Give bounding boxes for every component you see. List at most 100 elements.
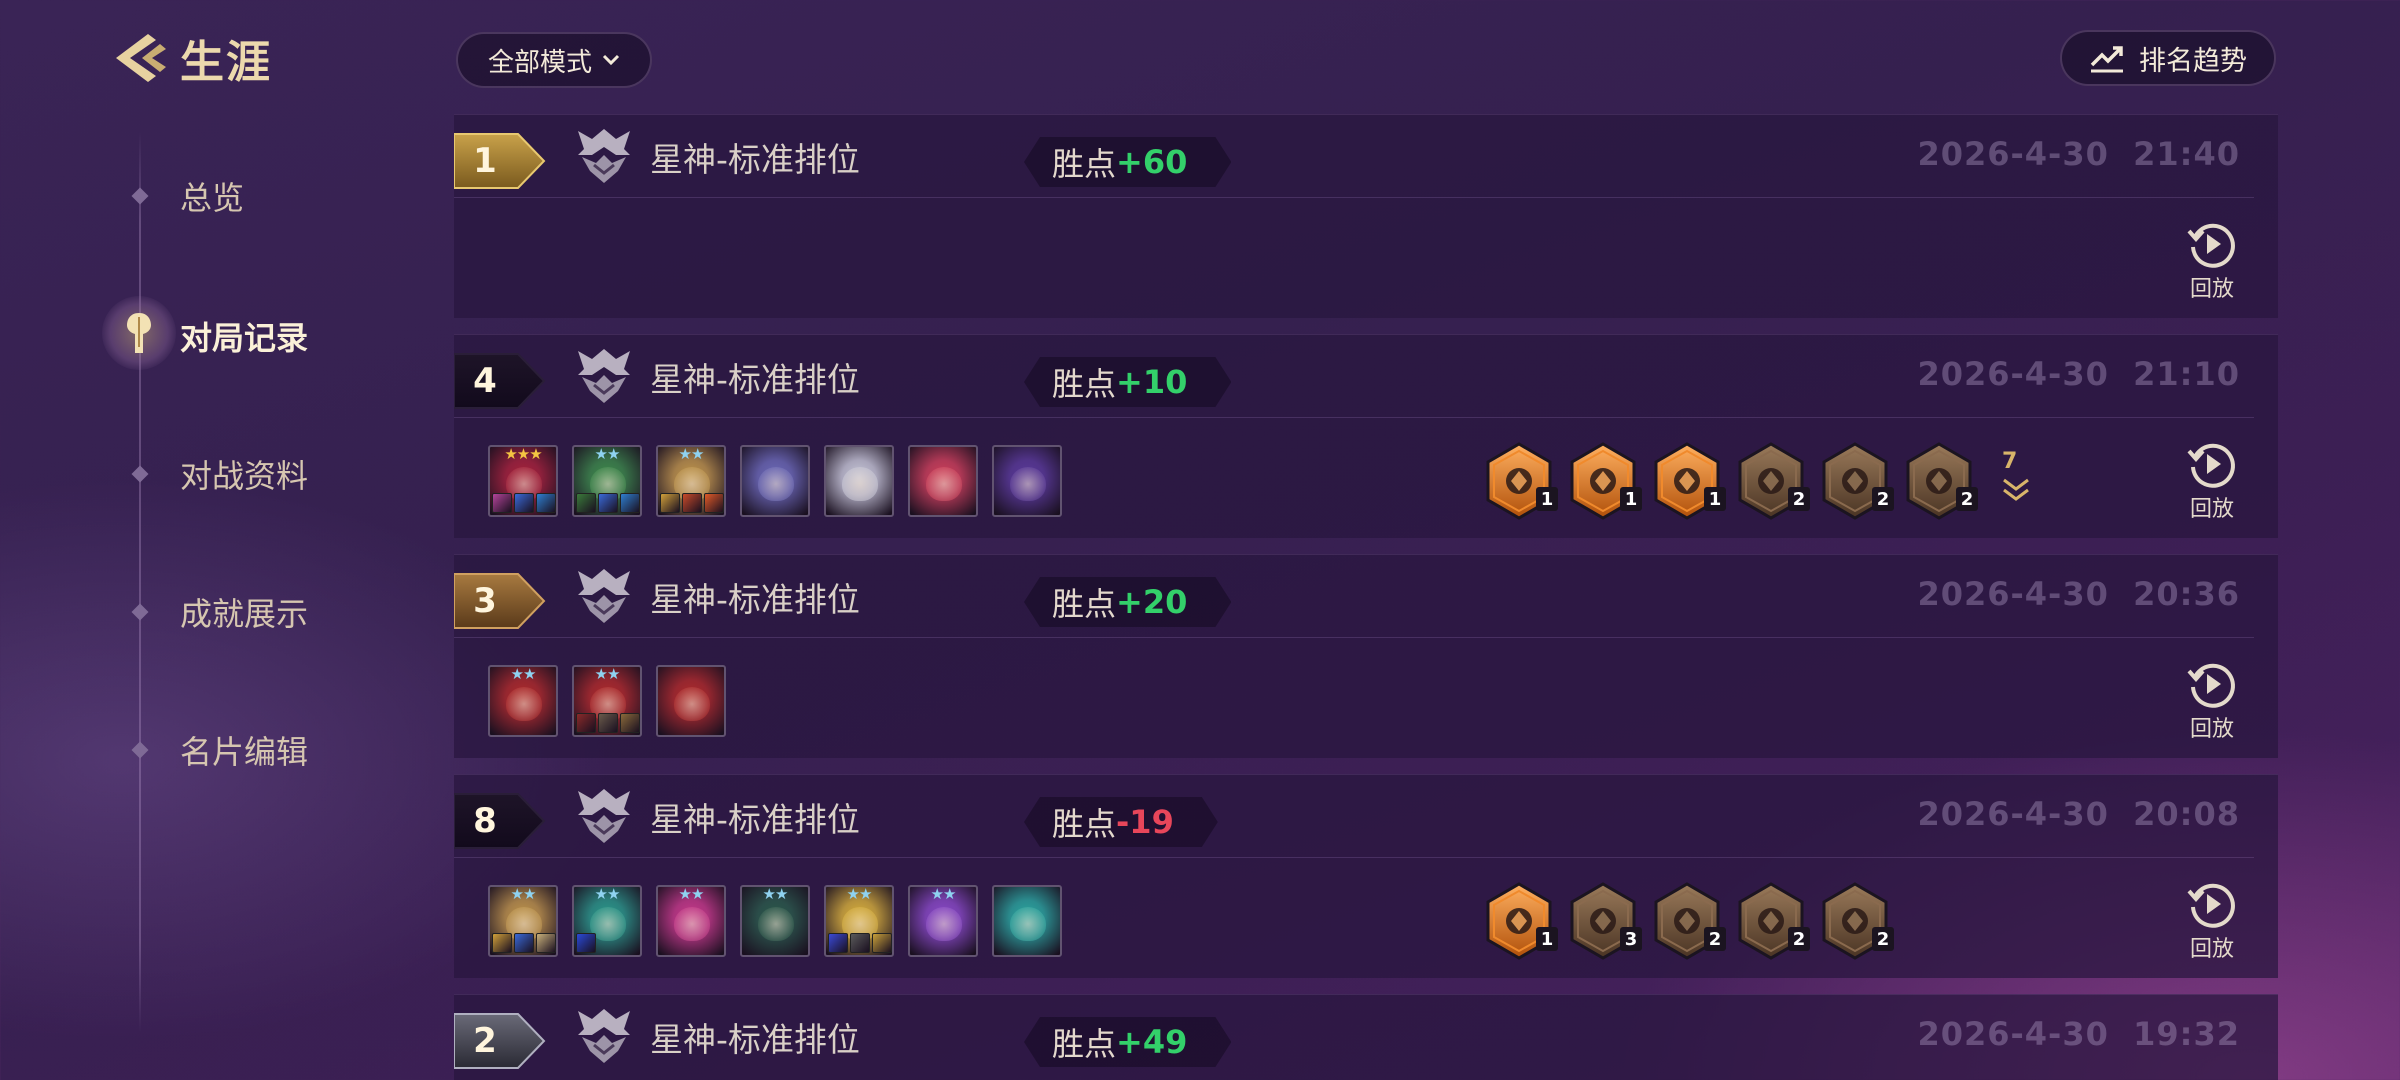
- trait-badge[interactable]: 2: [1736, 881, 1810, 961]
- star-level: ★★: [594, 885, 621, 903]
- mode-name: 星神-标准排位: [650, 580, 860, 619]
- replay-label: 回放: [2189, 717, 2234, 742]
- trait-count: 2: [1704, 927, 1726, 951]
- item-list: [576, 933, 596, 953]
- match-card[interactable]: 3 星神-标准排位 胜点 +20 2026-4-30 20:36 回放 ★★ ★★: [454, 554, 2278, 758]
- match-card[interactable]: 1 星神-标准排位 胜点 +60 2026-4-30 21:40 回放: [454, 114, 2278, 318]
- replay-icon: [2187, 883, 2235, 928]
- mode-name: 星神-标准排位: [650, 140, 860, 179]
- item-icon: [660, 493, 680, 513]
- score-prefix: 胜点: [1052, 585, 1117, 623]
- champion-portrait[interactable]: [992, 445, 1062, 517]
- score-prefix: 胜点: [1052, 1025, 1117, 1063]
- replay-button[interactable]: 回放: [2182, 659, 2242, 743]
- item-icon: [514, 933, 534, 953]
- placement-number: 1: [473, 141, 497, 181]
- champion-portrait[interactable]: [740, 445, 810, 517]
- score-change: +49: [1116, 1023, 1188, 1061]
- placement-number: 8: [473, 801, 497, 841]
- ranked-mode-icon: [578, 1009, 630, 1063]
- trait-badge[interactable]: 2: [1820, 441, 1894, 521]
- trait-badge[interactable]: 2: [1652, 881, 1726, 961]
- champion-face: [758, 907, 794, 941]
- score-change: +20: [1116, 583, 1188, 621]
- placement-number: 2: [473, 1021, 497, 1061]
- placement-badge: 2: [454, 1013, 546, 1069]
- item-icon: [850, 933, 870, 953]
- champion-portrait[interactable]: ★★: [656, 445, 726, 517]
- item-icon: [828, 933, 848, 953]
- mode-name: 星神-标准排位: [650, 800, 860, 839]
- replay-button[interactable]: 回放: [2182, 439, 2242, 523]
- star-level: ★★: [930, 885, 957, 903]
- match-card[interactable]: 8 星神-标准排位 胜点 -19 2026-4-30 20:08 回放 ★★ ★★ ★★ ★★ ★★…: [454, 774, 2278, 978]
- trait-count: 1: [1704, 487, 1726, 511]
- trait-badge[interactable]: 2: [1904, 441, 1978, 521]
- item-icon: [682, 493, 702, 513]
- sidebar-item-overview[interactable]: 总览: [131, 166, 244, 226]
- double-chevron-down-icon: [2003, 478, 2029, 501]
- score-change: +60: [1116, 143, 1188, 181]
- champion-portrait[interactable]: ★★: [572, 445, 642, 517]
- item-icon: [514, 493, 534, 513]
- sidebar-item-card-edit[interactable]: 名片编辑: [131, 720, 308, 780]
- champion-portrait[interactable]: [824, 445, 894, 517]
- match-divider: [454, 637, 2254, 638]
- trait-list: 1 3 2 2 2: [1484, 881, 1894, 961]
- replay-button[interactable]: 回放: [2182, 219, 2242, 303]
- trait-list: 1112227: [1484, 441, 2036, 521]
- replay-icon: [2187, 443, 2235, 488]
- trait-badge[interactable]: 2: [1820, 881, 1894, 961]
- champion-portrait[interactable]: ★★: [488, 665, 558, 737]
- item-list: [660, 493, 724, 513]
- champion-portrait[interactable]: [908, 445, 978, 517]
- more-traits-button[interactable]: 7: [1992, 441, 2036, 521]
- sidebar-item-label: 对局记录: [180, 319, 309, 357]
- match-time: 2026-4-30 21:10: [1917, 355, 2240, 393]
- rank-trend-button[interactable]: 排名趋势: [2060, 30, 2276, 86]
- champion-portrait[interactable]: ★★★: [488, 445, 558, 517]
- match-header: 4 星神-标准排位 胜点 +10 2026-4-30 21:10: [454, 335, 2278, 417]
- replay-icon: [2187, 223, 2235, 268]
- champion-portrait[interactable]: ★★: [488, 885, 558, 957]
- replay-button[interactable]: 回放: [2182, 879, 2242, 963]
- mode-filter-dropdown[interactable]: 全部模式: [456, 32, 652, 88]
- trait-badge[interactable]: 2: [1736, 441, 1810, 521]
- score-tag: 胜点 +60: [1024, 137, 1231, 187]
- champion-portrait[interactable]: ★★: [656, 885, 726, 957]
- star-level: ★★: [594, 445, 621, 463]
- item-icon: [576, 493, 596, 513]
- sidebar-item-label: 总览: [180, 179, 245, 217]
- match-divider: [454, 857, 2254, 858]
- champion-portrait[interactable]: ★★: [572, 665, 642, 737]
- trait-badge[interactable]: 1: [1484, 441, 1558, 521]
- placement-badge: 3: [454, 573, 546, 629]
- champion-portrait[interactable]: [992, 885, 1062, 957]
- trait-count: 2: [1788, 487, 1810, 511]
- star-level: ★★: [846, 885, 873, 903]
- champion-portrait[interactable]: ★★: [572, 885, 642, 957]
- sidebar-item-achievements[interactable]: 成就展示: [131, 582, 308, 642]
- champion-portrait[interactable]: ★★: [908, 885, 978, 957]
- champion-face: [926, 467, 962, 501]
- match-card[interactable]: 4 星神-标准排位 胜点 +10 2026-4-30 21:10 回放 ★★★ ★★ ★★ 1 1 1…: [454, 334, 2278, 538]
- match-card[interactable]: 2 星神-标准排位 胜点 +49 2026-4-30 19:32: [454, 994, 2278, 1080]
- score-change: -19: [1116, 803, 1174, 841]
- trait-badge[interactable]: 3: [1568, 881, 1642, 961]
- trait-badge[interactable]: 1: [1484, 881, 1558, 961]
- score-tag: 胜点 +20: [1024, 577, 1231, 627]
- champion-face: [926, 907, 962, 941]
- match-time: 2026-4-30 19:32: [1917, 1015, 2240, 1053]
- champion-portrait[interactable]: ★★: [824, 885, 894, 957]
- mode-filter-value: 全部模式: [487, 47, 592, 78]
- trait-badge[interactable]: 1: [1652, 441, 1726, 521]
- key-icon: [127, 313, 151, 353]
- replay-icon: [2187, 663, 2235, 708]
- back-button[interactable]: 生涯: [108, 28, 272, 88]
- champion-portrait[interactable]: ★★: [740, 885, 810, 957]
- trait-badge[interactable]: 1: [1568, 441, 1642, 521]
- match-time: 2026-4-30 20:36: [1917, 575, 2240, 613]
- replay-label: 回放: [2189, 277, 2234, 302]
- champion-portrait[interactable]: [656, 665, 726, 737]
- sidebar-item-battle-stats[interactable]: 对战资料: [131, 444, 308, 504]
